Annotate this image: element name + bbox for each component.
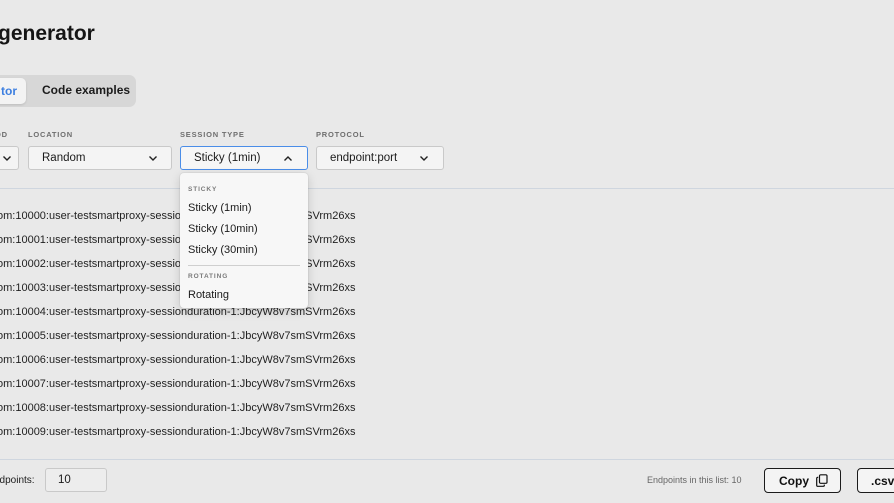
location-select[interactable]: Random bbox=[28, 146, 172, 170]
copy-button[interactable]: Copy bbox=[764, 468, 841, 493]
list-count-text: Endpoints in this list: 10 bbox=[647, 475, 742, 485]
option-sticky-1min[interactable]: Sticky (1min) bbox=[188, 202, 252, 214]
divider-top bbox=[0, 188, 894, 189]
session-type-select[interactable]: Sticky (1min) bbox=[180, 146, 308, 170]
copy-icon bbox=[816, 474, 828, 487]
group-label-sticky: STICKY bbox=[188, 186, 218, 193]
tab-generator-label: tor bbox=[1, 84, 17, 98]
filter-label-session-type: SESSION TYPE bbox=[180, 130, 245, 139]
protocol-select[interactable]: endpoint:port bbox=[316, 146, 444, 170]
endpoint-row[interactable]: om:10005:user-testsmartproxy-sessiondura… bbox=[0, 330, 355, 342]
tab-code-examples[interactable]: Code examples bbox=[42, 83, 130, 97]
csv-button[interactable]: .csv bbox=[857, 468, 894, 493]
mode-tabs: tor Code examples bbox=[0, 75, 136, 107]
divider-bottom bbox=[0, 459, 894, 460]
chevron-up-icon bbox=[284, 156, 292, 161]
endpoint-row[interactable]: om:10007:user-testsmartproxy-sessiondura… bbox=[0, 378, 355, 390]
endpoint-count-label: ndpoints: bbox=[0, 475, 35, 486]
location-select-value: Random bbox=[42, 152, 86, 164]
session-type-dropdown: STICKY Sticky (1min) Sticky (10min) Stic… bbox=[180, 173, 308, 308]
filter-label-location: LOCATION bbox=[28, 130, 74, 139]
endpoint-row[interactable]: om:10009:user-testsmartproxy-sessiondura… bbox=[0, 426, 355, 438]
chevron-down-icon bbox=[420, 156, 428, 161]
endpoint-row[interactable]: om:10006:user-testsmartproxy-sessiondura… bbox=[0, 354, 355, 366]
csv-button-label: .csv bbox=[871, 474, 894, 488]
option-rotating[interactable]: Rotating bbox=[188, 289, 229, 301]
protocol-select-value: endpoint:port bbox=[330, 152, 398, 164]
filter-label-method: OD bbox=[0, 130, 8, 139]
filter-label-protocol: PROTOCOL bbox=[316, 130, 365, 139]
tab-generator[interactable]: tor bbox=[0, 78, 26, 104]
endpoint-row[interactable]: om:10008:user-testsmartproxy-sessiondura… bbox=[0, 402, 355, 414]
chevron-down-icon bbox=[149, 156, 157, 161]
method-select[interactable] bbox=[0, 146, 19, 170]
dropdown-divider bbox=[188, 265, 300, 266]
endpoint-count-input[interactable] bbox=[45, 468, 107, 492]
option-sticky-10min[interactable]: Sticky (10min) bbox=[188, 223, 258, 235]
session-type-select-value: Sticky (1min) bbox=[194, 152, 261, 164]
chevron-down-icon bbox=[3, 156, 11, 161]
option-sticky-30min[interactable]: Sticky (30min) bbox=[188, 244, 258, 256]
copy-button-label: Copy bbox=[779, 474, 809, 488]
page-title: generator bbox=[0, 22, 95, 45]
group-label-rotating: ROTATING bbox=[188, 273, 229, 280]
